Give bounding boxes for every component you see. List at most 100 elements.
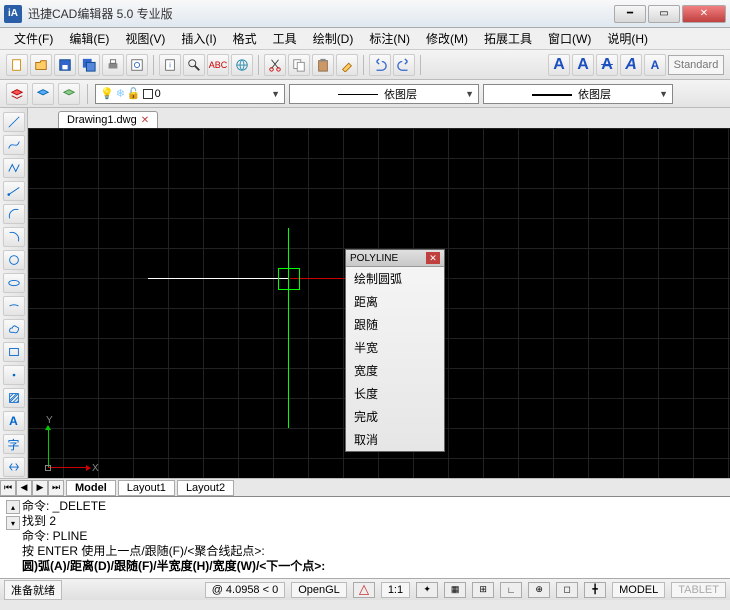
save-icon[interactable] bbox=[54, 54, 76, 76]
status-ready: 准备就绪 bbox=[4, 580, 62, 600]
cmd-scroll-down-icon[interactable]: ▾ bbox=[6, 516, 20, 530]
popup-item-cancel[interactable]: 取消 bbox=[346, 428, 444, 451]
style-combo[interactable]: Standard bbox=[668, 55, 724, 75]
print-icon[interactable] bbox=[102, 54, 124, 76]
arc-icon[interactable] bbox=[3, 204, 25, 224]
status-snap-icon[interactable]: ▦ bbox=[444, 582, 466, 598]
popup-item-follow[interactable]: 跟随 bbox=[346, 313, 444, 336]
status-lwt-icon[interactable]: ╋ bbox=[584, 582, 606, 598]
command-window[interactable]: ▴ ▾ 命令: _DELETE 找到 2 命令: PLINE 按 ENTER 使… bbox=[0, 496, 730, 578]
polyline-context-menu: POLYLINE ✕ 绘制圆弧 距离 跟随 半宽 宽度 长度 完成 取消 bbox=[345, 249, 445, 452]
open-icon[interactable] bbox=[30, 54, 52, 76]
close-button[interactable]: ✕ bbox=[682, 5, 726, 23]
hyperlink-icon[interactable] bbox=[231, 54, 253, 76]
layout-tab-model[interactable]: Model bbox=[66, 480, 116, 496]
ellipse-icon[interactable] bbox=[3, 273, 25, 293]
menu-draw[interactable]: 绘制(D) bbox=[305, 28, 362, 49]
status-star-icon[interactable]: ✦ bbox=[416, 582, 438, 598]
region-icon[interactable] bbox=[3, 457, 25, 477]
saveall-icon[interactable] bbox=[78, 54, 100, 76]
layer-mgr-icon[interactable] bbox=[6, 83, 28, 105]
textstyle-a3-icon[interactable]: A bbox=[596, 54, 618, 76]
point-icon[interactable] bbox=[3, 365, 25, 385]
popup-item-distance[interactable]: 距离 bbox=[346, 290, 444, 313]
cut-icon[interactable] bbox=[264, 54, 286, 76]
layout-tab-layout2[interactable]: Layout2 bbox=[177, 480, 234, 496]
line-icon[interactable] bbox=[3, 112, 25, 132]
menu-dimension[interactable]: 标注(N) bbox=[361, 28, 418, 49]
ray-icon[interactable] bbox=[3, 181, 25, 201]
text2-icon[interactable]: 字 bbox=[3, 434, 25, 454]
command-prompt[interactable]: 圆)弧(A)/距离(D)/跟随(F)/半宽度(H)/宽度(W)/<下一个点>: bbox=[22, 559, 724, 574]
maximize-button[interactable]: ▭ bbox=[648, 5, 680, 23]
menu-window[interactable]: 窗口(W) bbox=[540, 28, 599, 49]
new-icon[interactable] bbox=[6, 54, 28, 76]
polyline-icon[interactable] bbox=[3, 158, 25, 178]
popup-header[interactable]: POLYLINE ✕ bbox=[346, 250, 444, 267]
chevron-down-icon: ▼ bbox=[465, 89, 474, 99]
linetype-combo[interactable]: 依图层 ▼ bbox=[289, 84, 479, 104]
popup-item-done[interactable]: 完成 bbox=[346, 405, 444, 428]
menu-file[interactable]: 文件(F) bbox=[6, 28, 61, 49]
lineweight-combo[interactable]: 依图层 ▼ bbox=[483, 84, 673, 104]
find-icon[interactable] bbox=[183, 54, 205, 76]
copy-icon[interactable] bbox=[288, 54, 310, 76]
document-tab[interactable]: Drawing1.dwg ✕ bbox=[58, 111, 158, 128]
revcloud-icon[interactable] bbox=[3, 319, 25, 339]
rectangle-icon[interactable] bbox=[3, 342, 25, 362]
text-icon[interactable]: A bbox=[3, 411, 25, 431]
textstyle-a4-icon[interactable]: A bbox=[620, 54, 642, 76]
spline-icon[interactable] bbox=[3, 135, 25, 155]
textstyle-a1-icon[interactable]: A bbox=[548, 54, 570, 76]
tab-next-icon[interactable]: ▶ bbox=[32, 480, 48, 496]
status-tablet[interactable]: TABLET bbox=[671, 582, 726, 598]
menu-edit[interactable]: 编辑(E) bbox=[61, 28, 117, 49]
status-opengl[interactable]: OpenGL bbox=[291, 582, 347, 598]
menu-tools[interactable]: 工具 bbox=[265, 28, 305, 49]
layer-state-icon[interactable] bbox=[32, 83, 54, 105]
popup-item-halfwidth[interactable]: 半宽 bbox=[346, 336, 444, 359]
layout-tab-layout1[interactable]: Layout1 bbox=[118, 480, 175, 496]
tab-prev-icon[interactable]: ◀ bbox=[16, 480, 32, 496]
popup-close-icon[interactable]: ✕ bbox=[426, 252, 440, 264]
layer-combo[interactable]: 💡 ❄ 🔓 0 ▼ bbox=[95, 84, 285, 104]
status-ortho-icon[interactable]: ∟ bbox=[500, 582, 522, 598]
menu-extension[interactable]: 拓展工具 bbox=[476, 28, 540, 49]
textstyle-a5-icon[interactable]: A bbox=[644, 54, 666, 76]
app-icon: iA bbox=[4, 5, 22, 23]
textstyle-a2-icon[interactable]: A bbox=[572, 54, 594, 76]
circle-icon[interactable] bbox=[3, 250, 25, 270]
tab-first-icon[interactable]: ⏮ bbox=[0, 480, 16, 496]
menu-modify[interactable]: 修改(M) bbox=[418, 28, 476, 49]
paste-icon[interactable] bbox=[312, 54, 334, 76]
status-scale[interactable]: 1:1 bbox=[381, 582, 410, 598]
status-osnap-icon[interactable]: ◻ bbox=[556, 582, 578, 598]
popup-item-arc[interactable]: 绘制圆弧 bbox=[346, 267, 444, 290]
ellipse-arc-icon[interactable] bbox=[3, 296, 25, 316]
tab-last-icon[interactable]: ⏭ bbox=[48, 480, 64, 496]
close-tab-icon[interactable]: ✕ bbox=[141, 115, 149, 126]
layer-prev-icon[interactable] bbox=[58, 83, 80, 105]
layer-name: 0 bbox=[155, 88, 161, 100]
undo-icon[interactable] bbox=[369, 54, 391, 76]
spellcheck-icon[interactable]: ABC bbox=[207, 54, 229, 76]
minimize-button[interactable]: ━ bbox=[614, 5, 646, 23]
menu-format[interactable]: 格式 bbox=[225, 28, 265, 49]
arc2-icon[interactable] bbox=[3, 227, 25, 247]
status-drafting-icon[interactable] bbox=[353, 582, 375, 598]
matchprop-icon[interactable] bbox=[336, 54, 358, 76]
status-polar-icon[interactable]: ⊕ bbox=[528, 582, 550, 598]
popup-item-width[interactable]: 宽度 bbox=[346, 359, 444, 382]
status-grid-icon[interactable]: ⊞ bbox=[472, 582, 494, 598]
popup-item-length[interactable]: 长度 bbox=[346, 382, 444, 405]
preview-icon[interactable] bbox=[126, 54, 148, 76]
popup-title: POLYLINE bbox=[350, 253, 398, 264]
menu-insert[interactable]: 插入(I) bbox=[173, 28, 224, 49]
hatch-icon[interactable] bbox=[3, 388, 25, 408]
status-model[interactable]: MODEL bbox=[612, 582, 665, 598]
menu-help[interactable]: 说明(H) bbox=[599, 28, 656, 49]
redo-icon[interactable] bbox=[393, 54, 415, 76]
info-icon[interactable]: i bbox=[159, 54, 181, 76]
cmd-scroll-up-icon[interactable]: ▴ bbox=[6, 500, 20, 514]
menu-view[interactable]: 视图(V) bbox=[117, 28, 173, 49]
